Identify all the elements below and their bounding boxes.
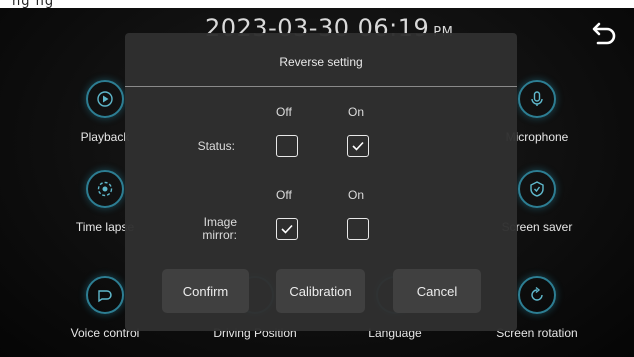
status-on-check-icon — [352, 141, 364, 151]
back-arrow-icon — [592, 22, 616, 45]
confirm-button[interactable]: Confirm — [162, 269, 249, 313]
back-button[interactable] — [590, 18, 620, 48]
image-mirror-label: Image mirror: — [165, 216, 237, 242]
mirror-off-check-icon — [281, 224, 293, 234]
status-on-checkbox[interactable] — [347, 135, 369, 157]
mirror-on-header: On — [348, 188, 365, 202]
status-on-header: On — [348, 105, 365, 119]
image-mirror-label-line1: Image — [203, 215, 237, 229]
top-strip: ng ng — [0, 0, 634, 9]
image-mirror-label-line2: mirror: — [202, 228, 237, 242]
dialog-title: Reverse setting — [279, 55, 363, 69]
screen: ng ng 2023-03-30 06:19PM Playback Time l… — [0, 0, 634, 357]
top-strip-text: ng ng — [12, 0, 55, 9]
status-off-header: Off — [276, 105, 292, 119]
microphone-icon — [518, 80, 556, 118]
play-icon — [86, 80, 124, 118]
screen-saver-icon — [518, 170, 556, 208]
reverse-setting-dialog: Reverse setting Off On Status: Off On Im… — [125, 33, 517, 331]
status-label: Status: — [197, 139, 235, 153]
mirror-off-header: Off — [276, 188, 292, 202]
voice-control-icon — [86, 276, 124, 314]
mirror-on-checkbox[interactable] — [347, 218, 369, 240]
mirror-off-checkbox[interactable] — [276, 218, 298, 240]
cancel-button[interactable]: Cancel — [393, 269, 481, 313]
calibration-button[interactable]: Calibration — [276, 269, 365, 313]
status-off-checkbox[interactable] — [276, 135, 298, 157]
screen-rotation-icon — [518, 276, 556, 314]
dialog-divider — [125, 86, 517, 87]
timelapse-icon — [86, 170, 124, 208]
